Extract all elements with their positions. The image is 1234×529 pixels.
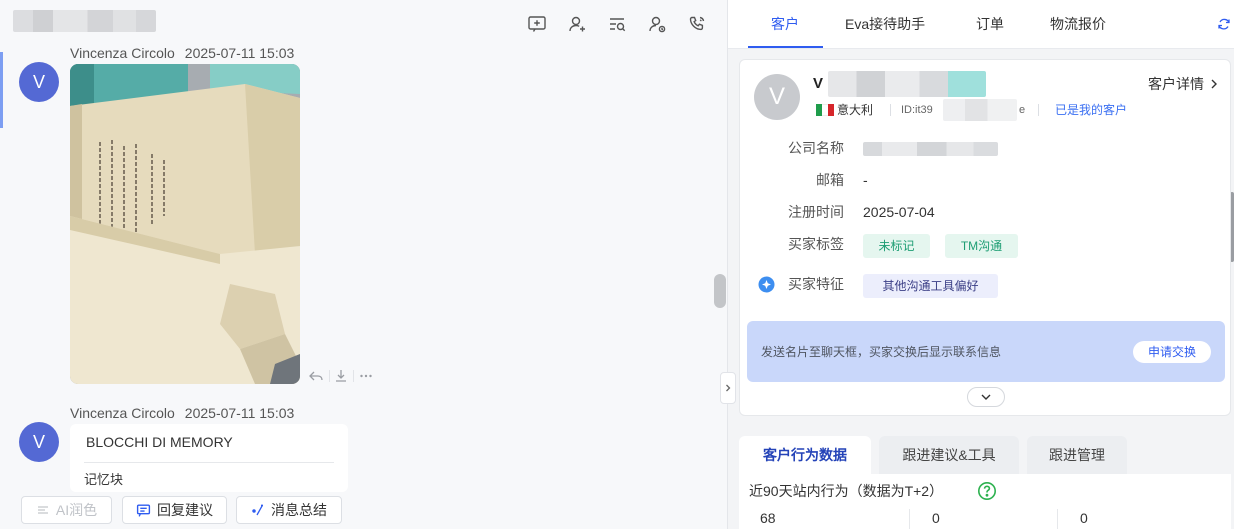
photo-foam-blocks <box>70 64 300 384</box>
behavior-value: 0 <box>932 510 940 526</box>
message-time: 2025-07-11 15:03 <box>184 405 295 421</box>
conversation-title-redacted <box>13 10 156 32</box>
sender-avatar[interactable]: V <box>19 62 59 102</box>
active-tab-indicator <box>748 46 823 48</box>
chevron-right-icon <box>1211 79 1217 89</box>
tab-follow-up-tools[interactable]: 跟进建议&工具 <box>879 436 1019 474</box>
ai-polish-label: AI润色 <box>55 502 98 518</box>
help-icon[interactable] <box>977 481 997 501</box>
customer-card: V V 客户详情 意大利 ID:it39 e 已是我的客户 公司名称 邮箱 - … <box>739 59 1231 416</box>
customer-detail-link[interactable]: 客户详情 <box>1148 75 1218 93</box>
buyer-tags-label: 买家标签 <box>788 236 844 252</box>
reply-icon[interactable] <box>307 367 325 385</box>
ai-polish-icon <box>37 506 48 514</box>
reply-suggestions-button[interactable]: 回复建议 <box>122 496 227 524</box>
sender-name: Vincenza Circolo <box>70 405 175 421</box>
company-value-redacted <box>863 142 998 156</box>
behavior-title: 近90天站内行为（数据为T+2） <box>749 483 944 499</box>
italy-flag-icon <box>816 104 834 116</box>
reply-suggestions-icon <box>136 503 151 517</box>
reply-suggestions-label: 回复建议 <box>157 502 213 518</box>
phone-call-icon[interactable] <box>686 13 708 35</box>
more-icon[interactable] <box>357 367 375 385</box>
active-conversation-indicator <box>0 52 3 128</box>
message-meta: Vincenza Circolo 2025-07-11 15:03 <box>70 45 294 61</box>
add-contact-icon[interactable] <box>566 13 588 35</box>
buyer-tag: 未标记 <box>863 234 930 258</box>
tab-customer-behavior[interactable]: 客户行为数据 <box>739 436 871 474</box>
value-divider <box>1057 509 1058 529</box>
tab-customer[interactable]: 客户 <box>771 14 799 34</box>
customer-id-prefix: ID:it39 <box>901 104 933 116</box>
image-message[interactable] <box>70 64 300 384</box>
ai-polish-button[interactable]: AI润色 <box>21 496 112 524</box>
customer-detail-label: 客户详情 <box>1148 76 1204 92</box>
message-time: 2025-07-11 15:03 <box>184 45 295 61</box>
tab-follow-up-management[interactable]: 跟进管理 <box>1027 436 1127 474</box>
search-messages-icon[interactable] <box>606 13 628 35</box>
expand-details-button[interactable] <box>967 387 1005 407</box>
buyer-trait-tag: 其他沟通工具偏好 <box>863 274 998 298</box>
value-divider <box>909 509 910 529</box>
customer-name-redacted <box>828 71 986 97</box>
chat-panel: Vincenza Circolo 2025-07-11 15:03 V Vinc… <box>0 0 727 529</box>
tab-orders[interactable]: 订单 <box>976 14 1004 34</box>
info-divider <box>1038 104 1039 116</box>
chevron-down-icon <box>981 394 991 400</box>
buyer-tag: TM沟通 <box>945 234 1018 258</box>
sender-avatar[interactable]: V <box>19 422 59 462</box>
collapse-panel-button[interactable] <box>720 372 736 404</box>
customer-avatar: V <box>754 74 800 120</box>
message-summary-button[interactable]: 消息总结 <box>236 496 342 524</box>
message-meta: Vincenza Circolo 2025-07-11 15:03 <box>70 405 294 421</box>
registered-value: 2025-07-04 <box>863 204 935 220</box>
customer-id-suffix: e <box>1019 104 1026 116</box>
message-text-original: BLOCCHI DI MEMORY <box>86 434 233 450</box>
customer-panel: 客户 Eva接待助手 订单 物流报价 V V 客户详情 意大利 ID:it39 … <box>728 0 1234 529</box>
behavior-value: 68 <box>760 510 776 526</box>
action-divider <box>329 370 330 382</box>
behavior-value: 0 <box>1080 510 1088 526</box>
contact-exchange-text: 发送名片至聊天框，买家交换后显示联系信息 <box>761 345 1002 359</box>
tab-eva-assistant[interactable]: Eva接待助手 <box>845 14 925 34</box>
download-icon[interactable] <box>332 367 350 385</box>
message-text-translation: 记忆块 <box>84 472 124 487</box>
behavior-data-section: 近90天站内行为（数据为T+2） 68 0 0 <box>739 474 1231 529</box>
refresh-icon[interactable] <box>1216 16 1232 32</box>
relationship-status: 已是我的客户 <box>1055 103 1128 117</box>
customer-country: 意大利 <box>837 103 874 117</box>
request-exchange-button[interactable]: 申请交换 <box>1133 341 1211 363</box>
email-value: - <box>863 172 868 188</box>
chevron-right-icon <box>726 384 731 392</box>
message-summary-label: 消息总结 <box>271 502 327 518</box>
customer-name: V <box>813 75 824 92</box>
action-divider <box>353 370 354 382</box>
email-label: 邮箱 <box>816 172 844 188</box>
sender-name: Vincenza Circolo <box>70 45 175 61</box>
buyer-traits-label: 买家特征 <box>788 276 844 292</box>
text-message-bubble[interactable]: BLOCCHI DI MEMORY 记忆块 <box>70 424 348 492</box>
chat-scrollbar[interactable] <box>714 274 726 308</box>
company-label: 公司名称 <box>788 140 844 156</box>
message-summary-icon <box>252 504 263 516</box>
customer-assign-icon[interactable] <box>646 13 668 35</box>
tab-logistics-quote[interactable]: 物流报价 <box>1050 14 1106 34</box>
registered-label: 注册时间 <box>788 204 844 220</box>
contact-exchange-banner: 发送名片至聊天框，买家交换后显示联系信息 申请交换 <box>747 321 1225 382</box>
translation-divider <box>84 462 334 463</box>
add-quick-reply-icon[interactable] <box>526 13 548 35</box>
info-divider <box>890 104 891 116</box>
customer-id-redacted <box>943 99 1017 121</box>
